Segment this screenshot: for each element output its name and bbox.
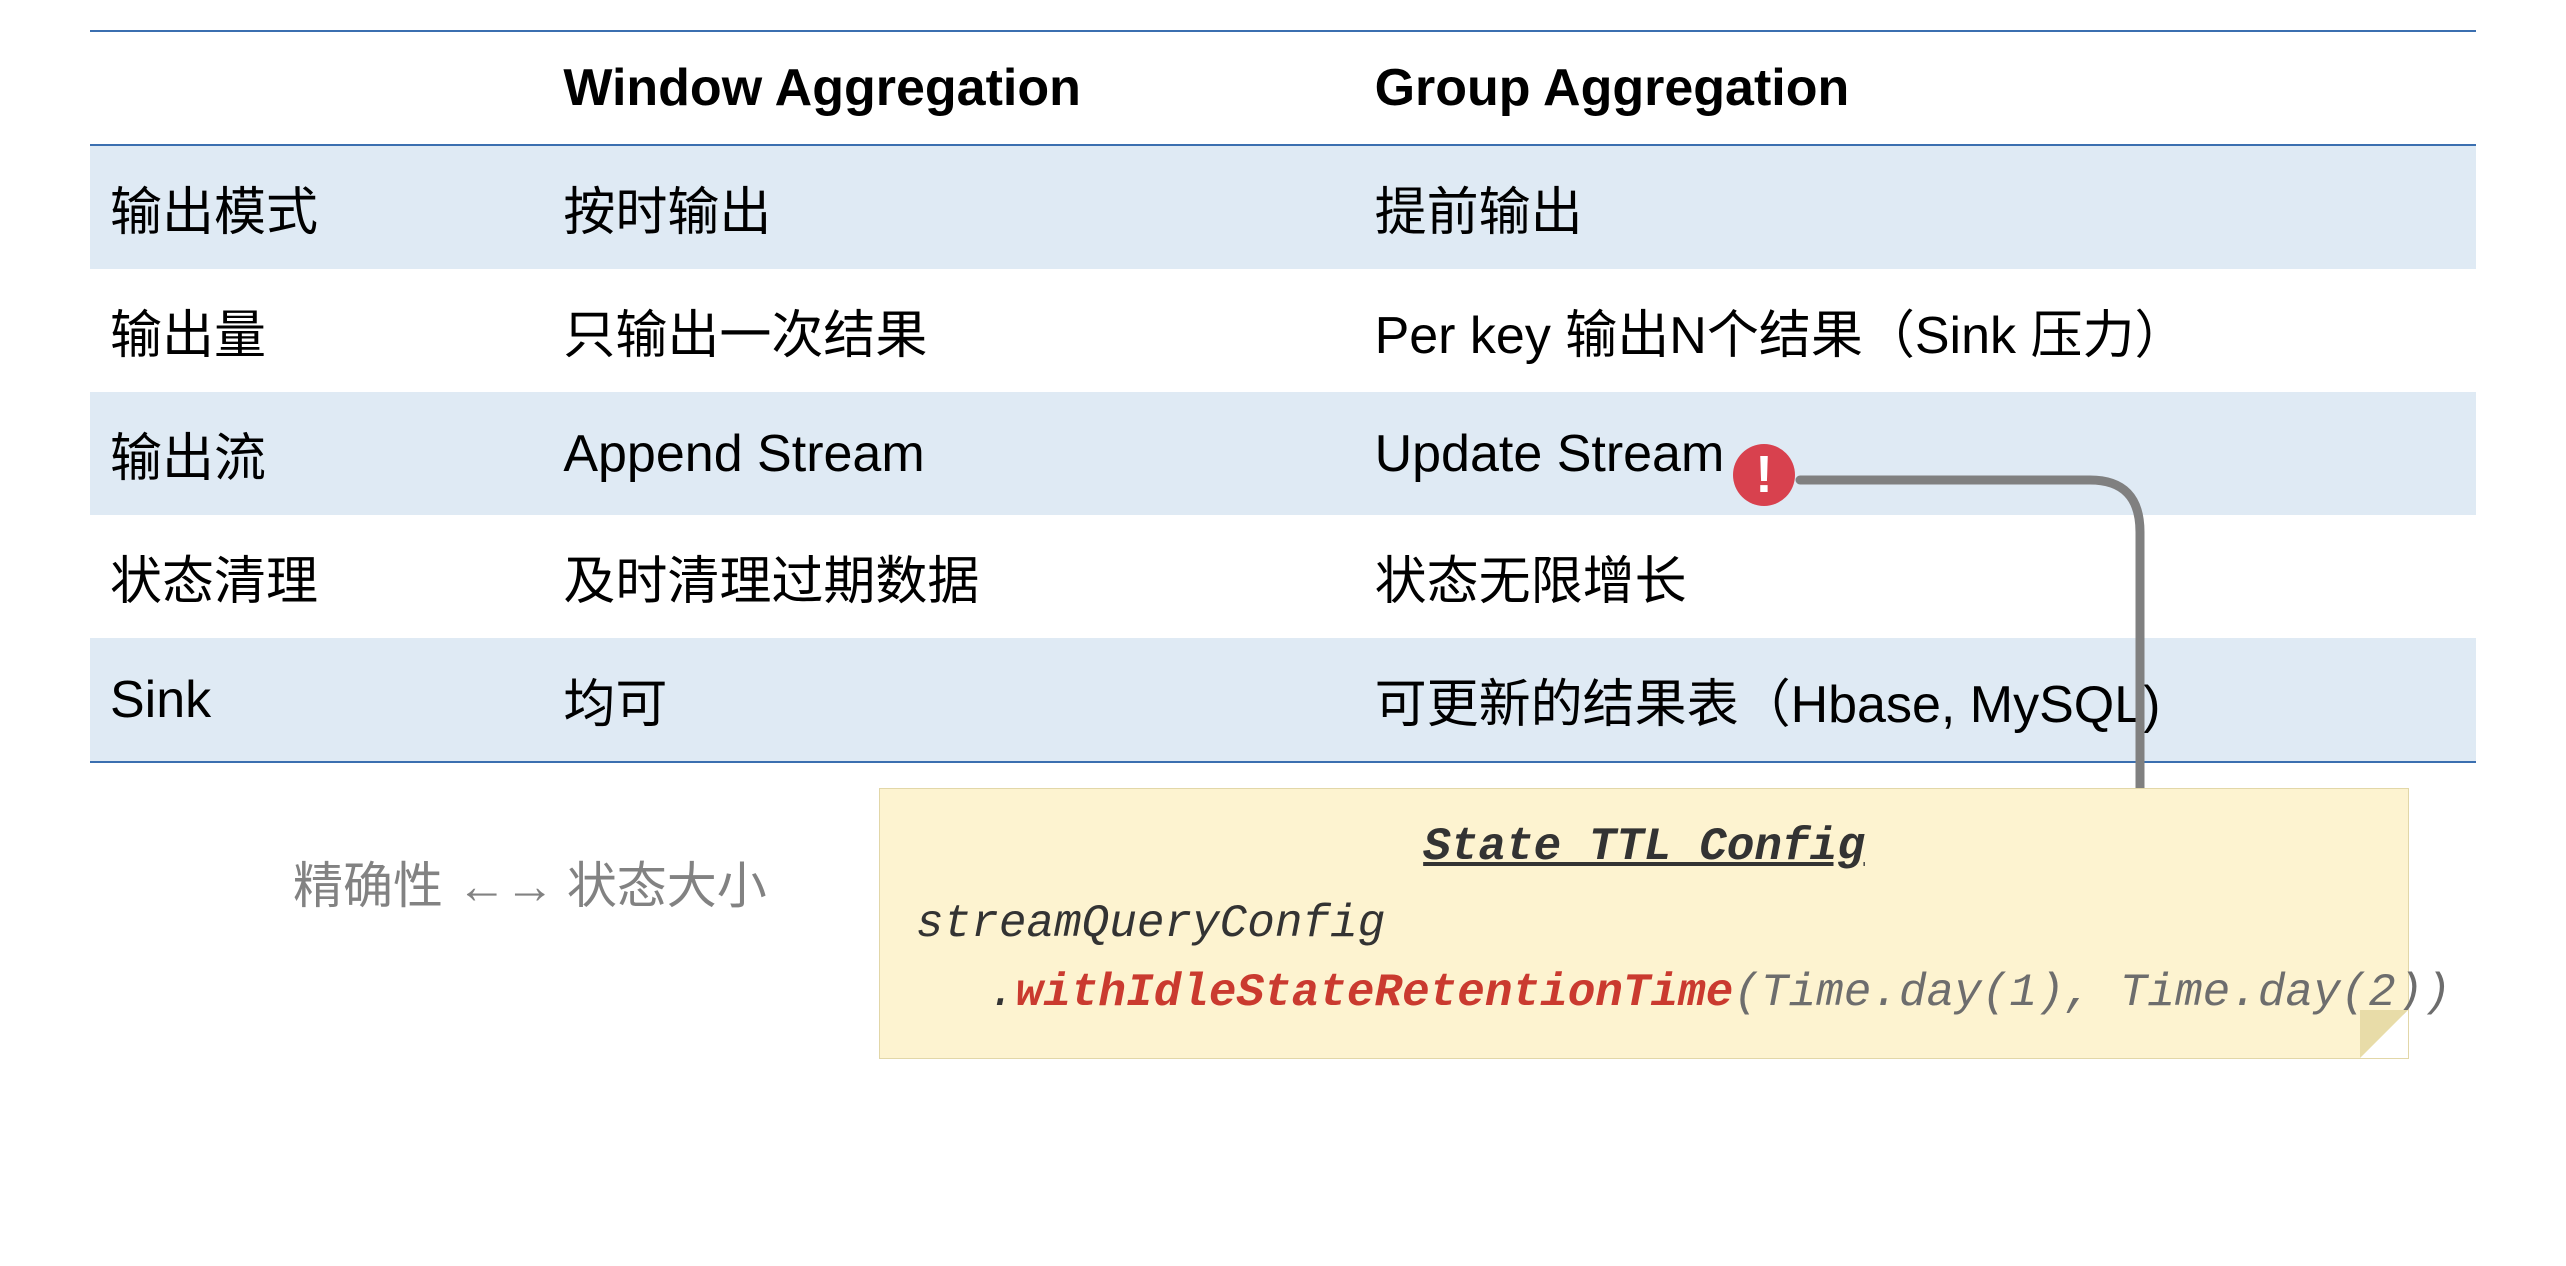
row-label-output-stream: 输出流 [90,392,543,515]
double-arrow-icon: ←→ [457,858,553,914]
table-header-row: Window Aggregation Group Aggregation [90,31,2476,145]
cell-group: 可更新的结果表（Hbase, MySQL) [1355,638,2476,762]
table-row: 状态清理 及时清理过期数据 状态无限增长 [90,515,2476,638]
page-fold-icon [2360,1010,2408,1058]
row-label-state-cleanup: 状态清理 [90,515,543,638]
codebox-title: State TTL Config [916,813,2372,882]
row-label-output-volume: 输出量 [90,269,543,392]
cell-group: Per key 输出N个结果（Sink 压力） [1355,269,2476,392]
table-row: 输出流 Append Stream Update Stream [90,392,2476,515]
code-line-2: .withIdleStateRetentionTime(Time.day(1),… [916,959,2372,1028]
cell-group: 状态无限增长 [1355,515,2476,638]
row-label-output-mode: 输出模式 [90,145,543,269]
tradeoff-left: 精确性 [293,858,443,914]
row-label-sink: Sink [90,638,543,762]
comparison-table: Window Aggregation Group Aggregation 输出模… [90,30,2476,763]
code-args: (Time.day(1), Time.day(2)) [1733,967,2451,1019]
state-ttl-config-codebox: State TTL Config streamQueryConfig .with… [879,788,2409,1059]
cell-window: Append Stream [543,392,1354,515]
cell-window: 及时清理过期数据 [543,515,1354,638]
code-line-1: streamQueryConfig [916,890,2372,959]
table-row: 输出量 只输出一次结果 Per key 输出N个结果（Sink 压力） [90,269,2476,392]
header-window-aggregation: Window Aggregation [543,31,1354,145]
tradeoff-label: 精确性 ←→ 状态大小 [293,846,767,918]
cell-window: 均可 [543,638,1354,762]
header-empty [90,31,543,145]
cell-window: 按时输出 [543,145,1354,269]
cell-group: Update Stream [1355,392,2476,515]
code-method: withIdleStateRetentionTime [1016,967,1734,1019]
cell-window: 只输出一次结果 [543,269,1354,392]
tradeoff-right: 状态大小 [567,858,767,914]
table-row: 输出模式 按时输出 提前输出 [90,145,2476,269]
table-row: Sink 均可 可更新的结果表（Hbase, MySQL) [90,638,2476,762]
alert-icon: ! [1733,444,1795,506]
cell-group: 提前输出 [1355,145,2476,269]
header-group-aggregation: Group Aggregation [1355,31,2476,145]
